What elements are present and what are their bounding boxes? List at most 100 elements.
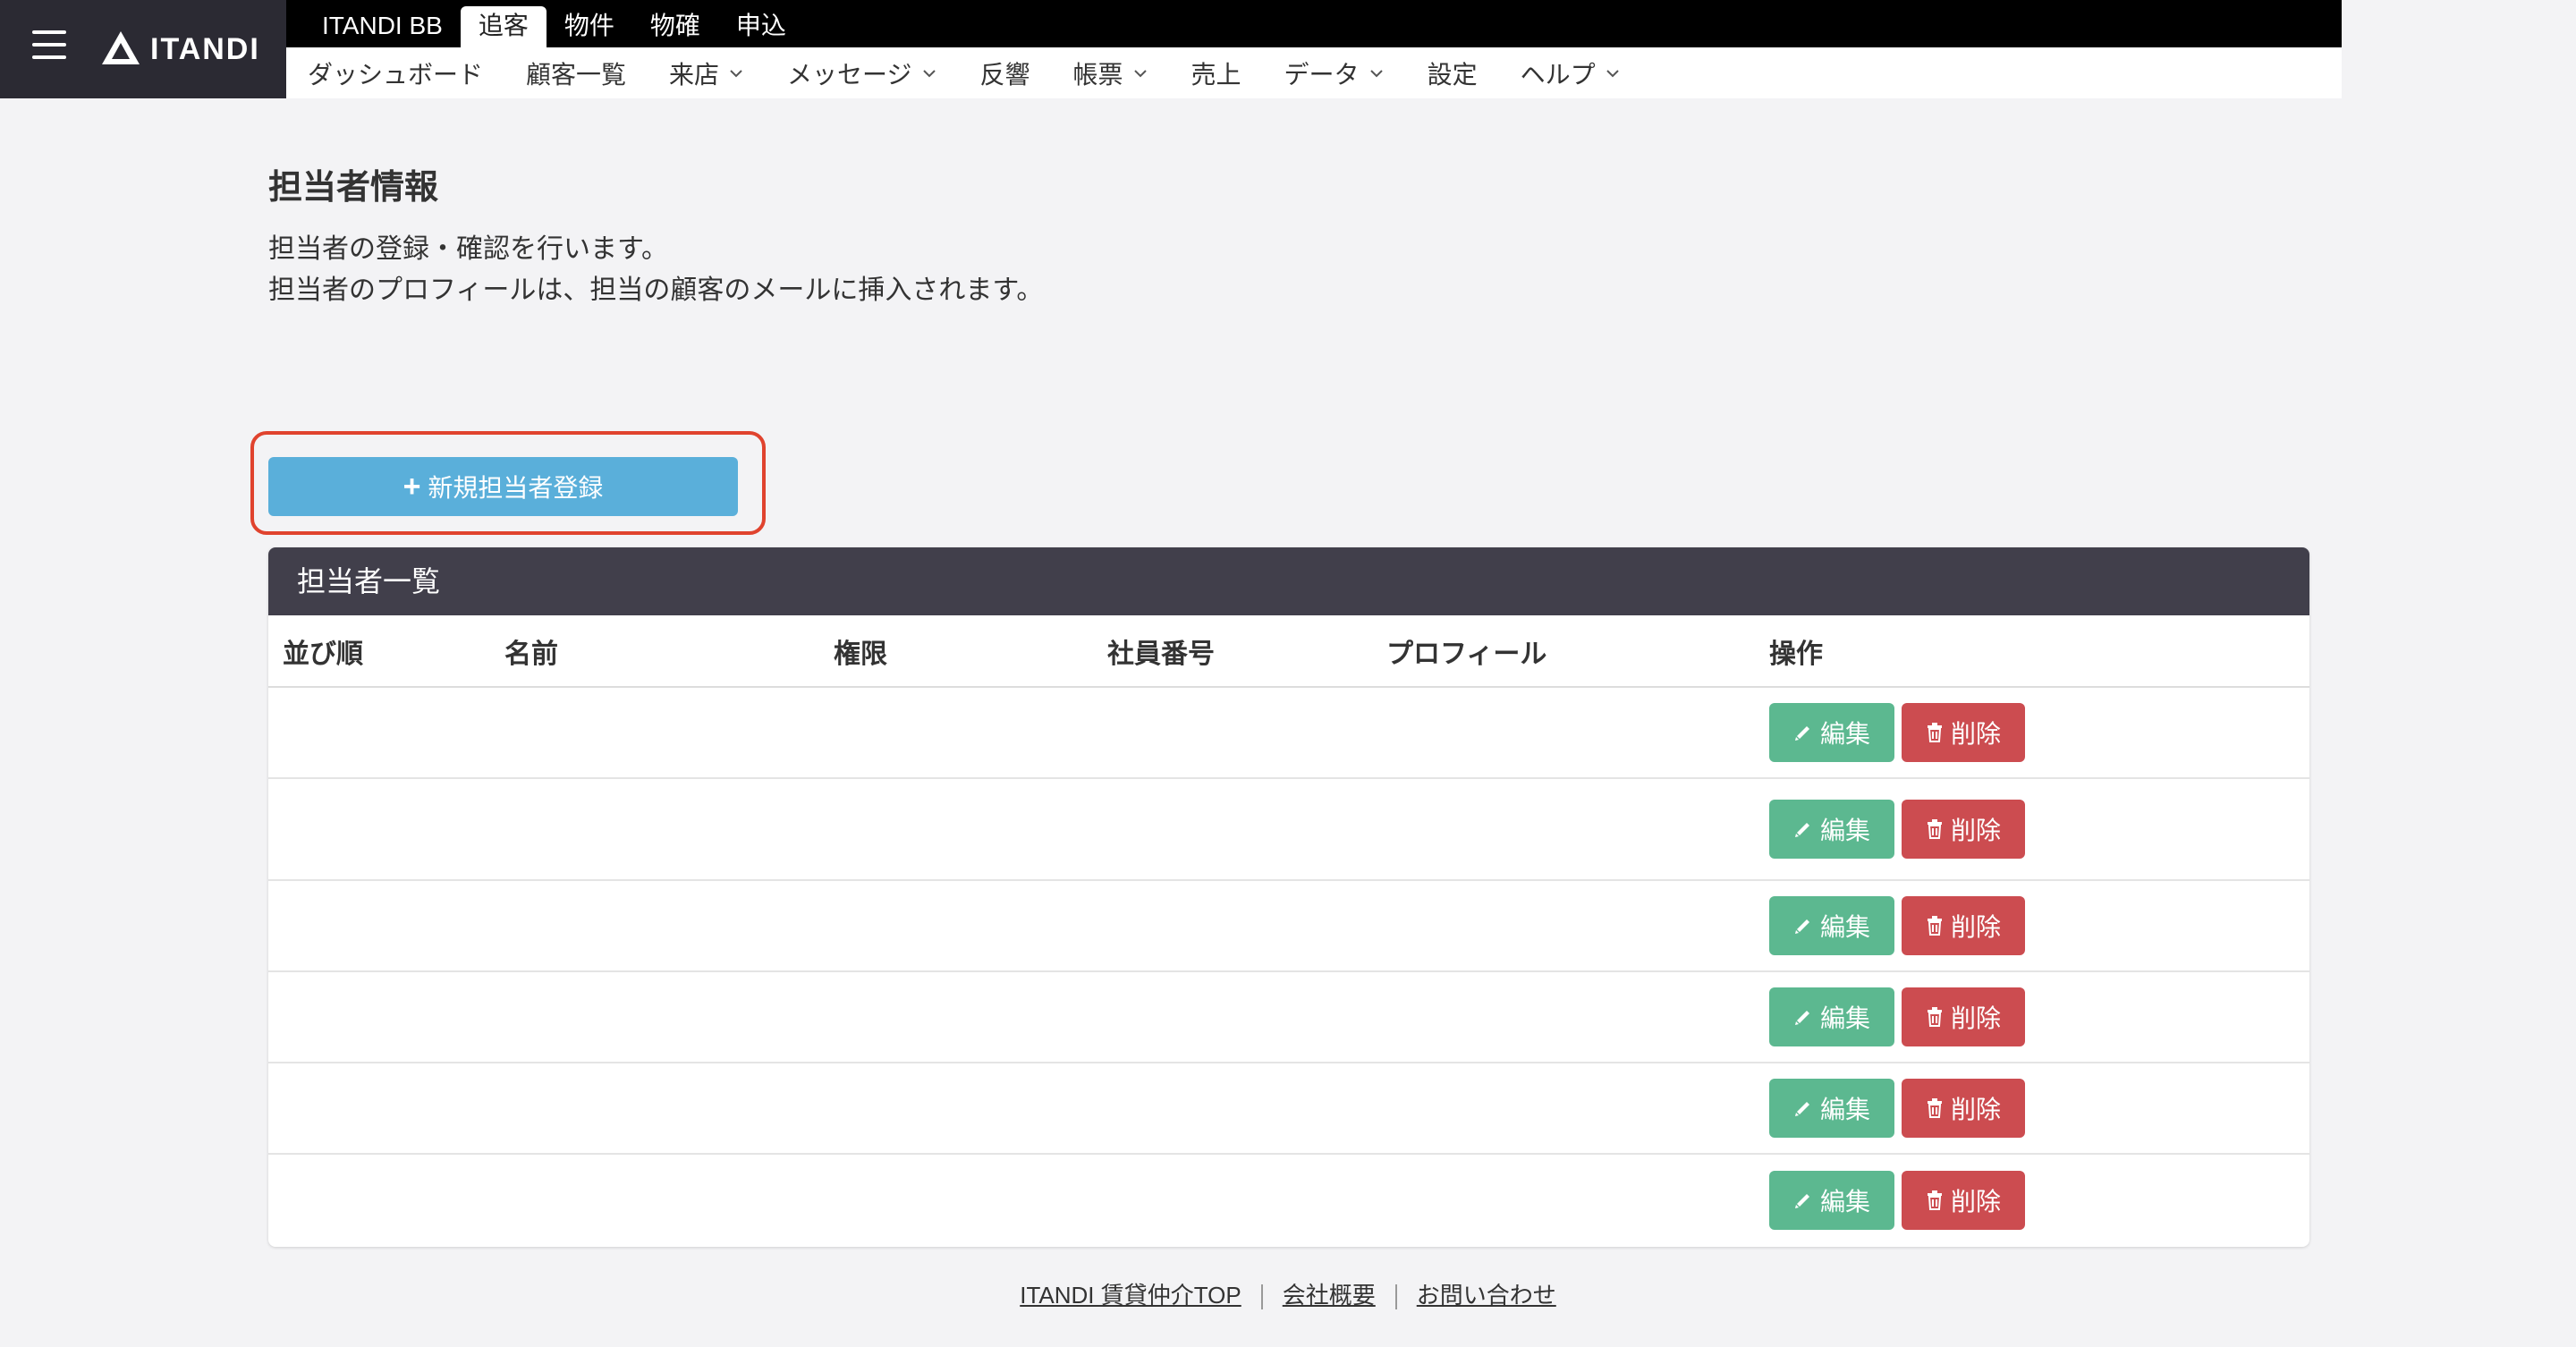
product-tab[interactable]: 申込	[718, 6, 804, 47]
subnav-item[interactable]: データ	[1284, 55, 1385, 91]
pencil-icon	[1794, 823, 1809, 837]
subnav-item[interactable]: 反響	[980, 55, 1030, 91]
edit-button[interactable]: 編集	[1769, 703, 1894, 762]
itandi-logo[interactable]: ITANDI	[100, 27, 260, 72]
new-staff-button[interactable]: + 新規担当者登録	[268, 457, 738, 516]
plus-icon: +	[402, 469, 421, 504]
subnav-item[interactable]: 売上	[1191, 55, 1241, 91]
delete-button[interactable]: 削除	[1902, 703, 2025, 762]
cell-order	[268, 880, 490, 972]
cell-order	[268, 1154, 490, 1245]
staff-table: 並び順 名前 権限 社員番号 プロフィール 操作 編集 削除 編集 削除 編集 削除 編集 削除 編集 削除…	[268, 615, 2309, 1245]
cell-actions: 編集 削除	[1755, 778, 2309, 881]
subnav-item-label: 来店	[669, 60, 720, 89]
cell-name	[490, 1154, 819, 1245]
subnav-item[interactable]: ヘルプ	[1521, 55, 1621, 91]
edit-button[interactable]: 編集	[1769, 896, 1894, 955]
cell-name	[490, 778, 819, 881]
edit-button-label: 編集	[1819, 913, 1870, 941]
product-tab[interactable]: 物件	[547, 6, 632, 47]
subnav-item-label: 帳票	[1072, 60, 1123, 89]
description-line-1: 担当者の登録・確認を行います。	[268, 234, 668, 264]
row-actions: 編集 削除	[1769, 987, 2309, 1046]
subnav-item[interactable]: 顧客一覧	[526, 55, 626, 91]
footer-divider	[1394, 1284, 1397, 1310]
pencil-icon	[1794, 1011, 1809, 1025]
footer-link[interactable]: 会社概要	[1283, 1282, 1376, 1309]
delete-button[interactable]: 削除	[1902, 1079, 2025, 1138]
delete-button-label: 削除	[1950, 1004, 2001, 1032]
cell-employee-no	[1093, 880, 1372, 972]
delete-button[interactable]: 削除	[1902, 987, 2025, 1046]
product-tab[interactable]: ITANDI BB	[304, 6, 461, 47]
delete-button-label: 削除	[1950, 913, 2001, 941]
edit-button[interactable]: 編集	[1769, 987, 1894, 1046]
page-title: 担当者情報	[268, 169, 439, 207]
cell-role	[819, 971, 1093, 1063]
subnav-item-label: 設定	[1427, 60, 1478, 89]
table-body: 編集 削除 編集 削除 編集 削除 編集 削除 編集 削除 編集 削除	[268, 687, 2309, 1245]
cell-actions: 編集 削除	[1755, 687, 2309, 779]
table-row: 編集 削除	[268, 971, 2309, 1063]
cell-order	[268, 778, 490, 881]
page-description: 担当者の登録・確認を行います。 担当者のプロフィールは、担当の顧客のメールに挿入…	[268, 229, 1043, 311]
footer-divider	[1260, 1284, 1263, 1310]
trash-icon	[1927, 916, 1942, 936]
trash-icon	[1927, 819, 1942, 839]
product-tab[interactable]: 物確	[632, 6, 718, 47]
edit-button[interactable]: 編集	[1769, 800, 1894, 859]
row-actions: 編集 削除	[1769, 703, 2309, 762]
chevron-down-icon	[922, 69, 936, 77]
chevron-down-icon	[1369, 69, 1383, 77]
delete-button[interactable]: 削除	[1902, 1170, 2025, 1230]
cell-order	[268, 687, 490, 779]
cell-employee-no	[1093, 1063, 1372, 1155]
cell-profile	[1372, 971, 1755, 1063]
new-staff-button-label: 新規担当者登録	[428, 474, 604, 502]
product-tabs: ITANDI BB 追客 物件 物確 申込	[286, 0, 2342, 47]
staff-list-panel: 担当者一覧 並び順 名前 権限 社員番号 プロフィール 操作 編集 削除 編集 削除 編集 削除 編集…	[268, 547, 2309, 1247]
table-row: 編集 削除	[268, 778, 2309, 881]
cell-role	[819, 687, 1093, 779]
cell-order	[268, 971, 490, 1063]
subnav-item[interactable]: 設定	[1428, 55, 1478, 91]
cell-name	[490, 880, 819, 972]
product-tab[interactable]: 追客	[460, 6, 547, 47]
column-header: 並び順	[268, 615, 490, 688]
delete-button[interactable]: 削除	[1902, 896, 2025, 955]
trash-icon	[1927, 1190, 1942, 1210]
subnav-item-label: ヘルプ	[1520, 60, 1596, 89]
cell-actions: 編集 削除	[1755, 1063, 2309, 1155]
trash-icon	[1927, 1098, 1942, 1118]
cell-employee-no	[1093, 1154, 1372, 1245]
footer-link[interactable]: お問い合わせ	[1417, 1282, 1556, 1309]
cell-name	[490, 687, 819, 779]
cell-profile	[1372, 1154, 1755, 1245]
cell-role	[819, 880, 1093, 972]
footer: ITANDI 賃貸仲介TOP 会社概要 お問い合わせ	[0, 1277, 2576, 1310]
delete-button-label: 削除	[1950, 720, 2001, 748]
subnav-item[interactable]: 帳票	[1073, 55, 1148, 91]
row-actions: 編集 削除	[1769, 1170, 2309, 1230]
subnav-item[interactable]: メッセージ	[787, 55, 936, 91]
column-header: プロフィール	[1372, 615, 1755, 688]
chevron-down-icon	[1606, 69, 1619, 77]
table-row: 編集 削除	[268, 880, 2309, 972]
panel-title: 担当者一覧	[268, 547, 2309, 615]
edit-button-label: 編集	[1819, 1187, 1870, 1216]
subnav-item[interactable]: ダッシュボード	[308, 55, 483, 91]
cell-profile	[1372, 1063, 1755, 1155]
edit-button[interactable]: 編集	[1769, 1170, 1894, 1230]
edit-button-label: 編集	[1819, 817, 1870, 844]
footer-link[interactable]: ITANDI 賃貸仲介TOP	[1020, 1282, 1241, 1309]
trash-icon	[1927, 1007, 1942, 1027]
subnav-item[interactable]: 来店	[669, 55, 744, 91]
row-actions: 編集 削除	[1769, 800, 2309, 859]
menu-icon[interactable]	[32, 30, 66, 66]
column-header: 権限	[819, 615, 1093, 688]
pencil-icon	[1794, 919, 1809, 934]
delete-button[interactable]: 削除	[1902, 800, 2025, 859]
edit-button-label: 編集	[1819, 720, 1870, 748]
subnav-item-label: 売上	[1191, 60, 1241, 89]
edit-button[interactable]: 編集	[1769, 1079, 1894, 1138]
